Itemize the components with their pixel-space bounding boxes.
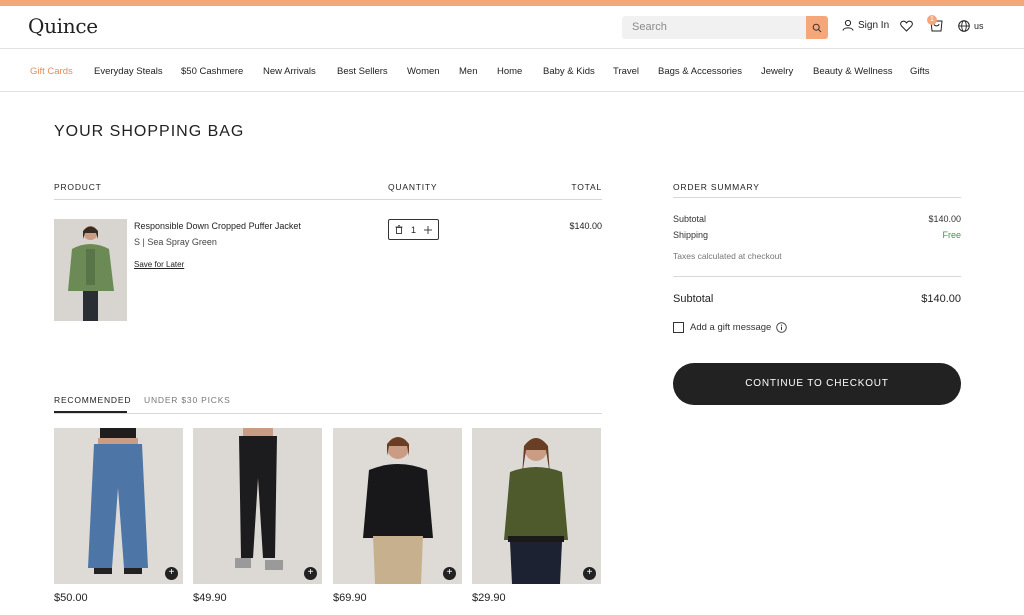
nav-item-beauty-wellness[interactable]: Beauty & Wellness <box>813 66 893 77</box>
wishlist-heart-icon[interactable] <box>900 20 913 32</box>
product-card-image[interactable] <box>193 428 322 584</box>
quick-add-button[interactable]: + <box>304 567 317 580</box>
nav-item-gifts[interactable]: Gifts <box>910 66 930 77</box>
brand-logo[interactable]: Quince <box>28 14 98 38</box>
product-price: $29.90 <box>472 592 506 604</box>
summary-total-row: Subtotal $140.00 <box>673 293 961 305</box>
order-summary-title: ORDER SUMMARY <box>673 182 760 192</box>
summary-subtotal-row: Subtotal $140.00 <box>673 214 961 224</box>
active-tab-indicator <box>54 411 127 413</box>
tax-note: Taxes calculated at checkout <box>673 251 782 261</box>
total-value: $140.00 <box>921 293 961 305</box>
olive-sweater-photo <box>472 428 601 584</box>
main-nav: Gift Cards Everyday Steals $50 Cashmere … <box>0 50 1024 92</box>
quick-add-button[interactable]: + <box>165 567 178 580</box>
shipping-label: Shipping <box>673 230 709 240</box>
nav-item-men[interactable]: Men <box>459 66 477 77</box>
product-variant: S | Sea Spray Green <box>134 237 217 247</box>
nav-item-bags-accessories[interactable]: Bags & Accessories <box>658 66 742 77</box>
product-image[interactable] <box>54 219 127 321</box>
nav-item-baby-kids[interactable]: Baby & Kids <box>543 66 595 77</box>
cart-count-badge: 1 <box>927 15 937 25</box>
nav-item-women[interactable]: Women <box>407 66 440 77</box>
column-header-total: TOTAL <box>571 182 602 192</box>
search-icon <box>812 23 822 32</box>
nav-item-home[interactable]: Home <box>497 66 522 77</box>
locale-label: us <box>974 21 984 31</box>
divider <box>54 199 602 200</box>
sign-in-label: Sign In <box>858 19 890 31</box>
nav-item-travel[interactable]: Travel <box>613 66 639 77</box>
info-icon[interactable] <box>776 322 788 333</box>
nav-item-gift-cards[interactable]: Gift Cards <box>30 66 73 77</box>
product-card-image[interactable] <box>333 428 462 584</box>
quick-add-button[interactable]: + <box>583 567 596 580</box>
sign-in-link[interactable]: Sign In <box>842 19 889 31</box>
jeans-photo <box>54 428 183 584</box>
subtotal-value: $140.00 <box>928 214 961 224</box>
save-for-later-link[interactable]: Save for Later <box>134 260 184 269</box>
gift-message-label: Add a gift message <box>690 322 772 333</box>
gift-message-option[interactable]: Add a gift message <box>673 322 788 333</box>
line-total: $140.00 <box>569 221 602 231</box>
tabs-divider <box>54 413 602 414</box>
page-title: YOUR SHOPPING BAG <box>54 123 245 140</box>
nav-item-cashmere[interactable]: $50 Cashmere <box>181 66 243 77</box>
product-name[interactable]: Responsible Down Cropped Puffer Jacket <box>134 221 301 231</box>
product-price: $50.00 <box>54 592 88 604</box>
summary-shipping-row: Shipping Free <box>673 230 961 240</box>
column-header-quantity: QUANTITY <box>388 182 438 192</box>
site-header: Quince Search Sign In 1 us <box>0 6 1024 49</box>
search-input[interactable]: Search <box>622 16 828 39</box>
puffer-jacket-photo <box>54 219 127 321</box>
leggings-photo <box>193 428 322 584</box>
product-price: $49.90 <box>193 592 227 604</box>
shipping-value: Free <box>942 230 961 240</box>
tab-under-30-picks[interactable]: UNDER $30 PICKS <box>144 395 231 405</box>
nav-item-jewelry[interactable]: Jewelry <box>761 66 793 77</box>
divider <box>673 276 961 277</box>
nav-item-everyday-steals[interactable]: Everyday Steals <box>94 66 163 77</box>
divider <box>673 197 961 198</box>
quantity-value[interactable]: 1 <box>411 225 416 235</box>
search-placeholder: Search <box>632 21 667 33</box>
nav-item-new-arrivals[interactable]: New Arrivals <box>263 66 316 77</box>
search-button[interactable] <box>806 16 828 39</box>
globe-icon <box>958 20 970 32</box>
product-card-image[interactable] <box>54 428 183 584</box>
user-icon <box>842 19 854 31</box>
total-label: Subtotal <box>673 293 714 305</box>
quick-add-button[interactable]: + <box>443 567 456 580</box>
turtleneck-photo <box>333 428 462 584</box>
column-header-product: PRODUCT <box>54 182 102 192</box>
continue-to-checkout-button[interactable]: CONTINUE TO CHECKOUT <box>673 363 961 405</box>
product-card-image[interactable] <box>472 428 601 584</box>
product-price: $69.90 <box>333 592 367 604</box>
locale-selector[interactable]: us <box>958 20 984 32</box>
plus-icon[interactable] <box>423 225 432 234</box>
subtotal-label: Subtotal <box>673 214 707 224</box>
trash-icon[interactable] <box>395 225 403 234</box>
gift-message-checkbox[interactable] <box>673 322 684 333</box>
nav-item-best-sellers[interactable]: Best Sellers <box>337 66 388 77</box>
quantity-stepper: 1 <box>388 219 439 240</box>
tab-recommended[interactable]: RECOMMENDED <box>54 395 131 405</box>
